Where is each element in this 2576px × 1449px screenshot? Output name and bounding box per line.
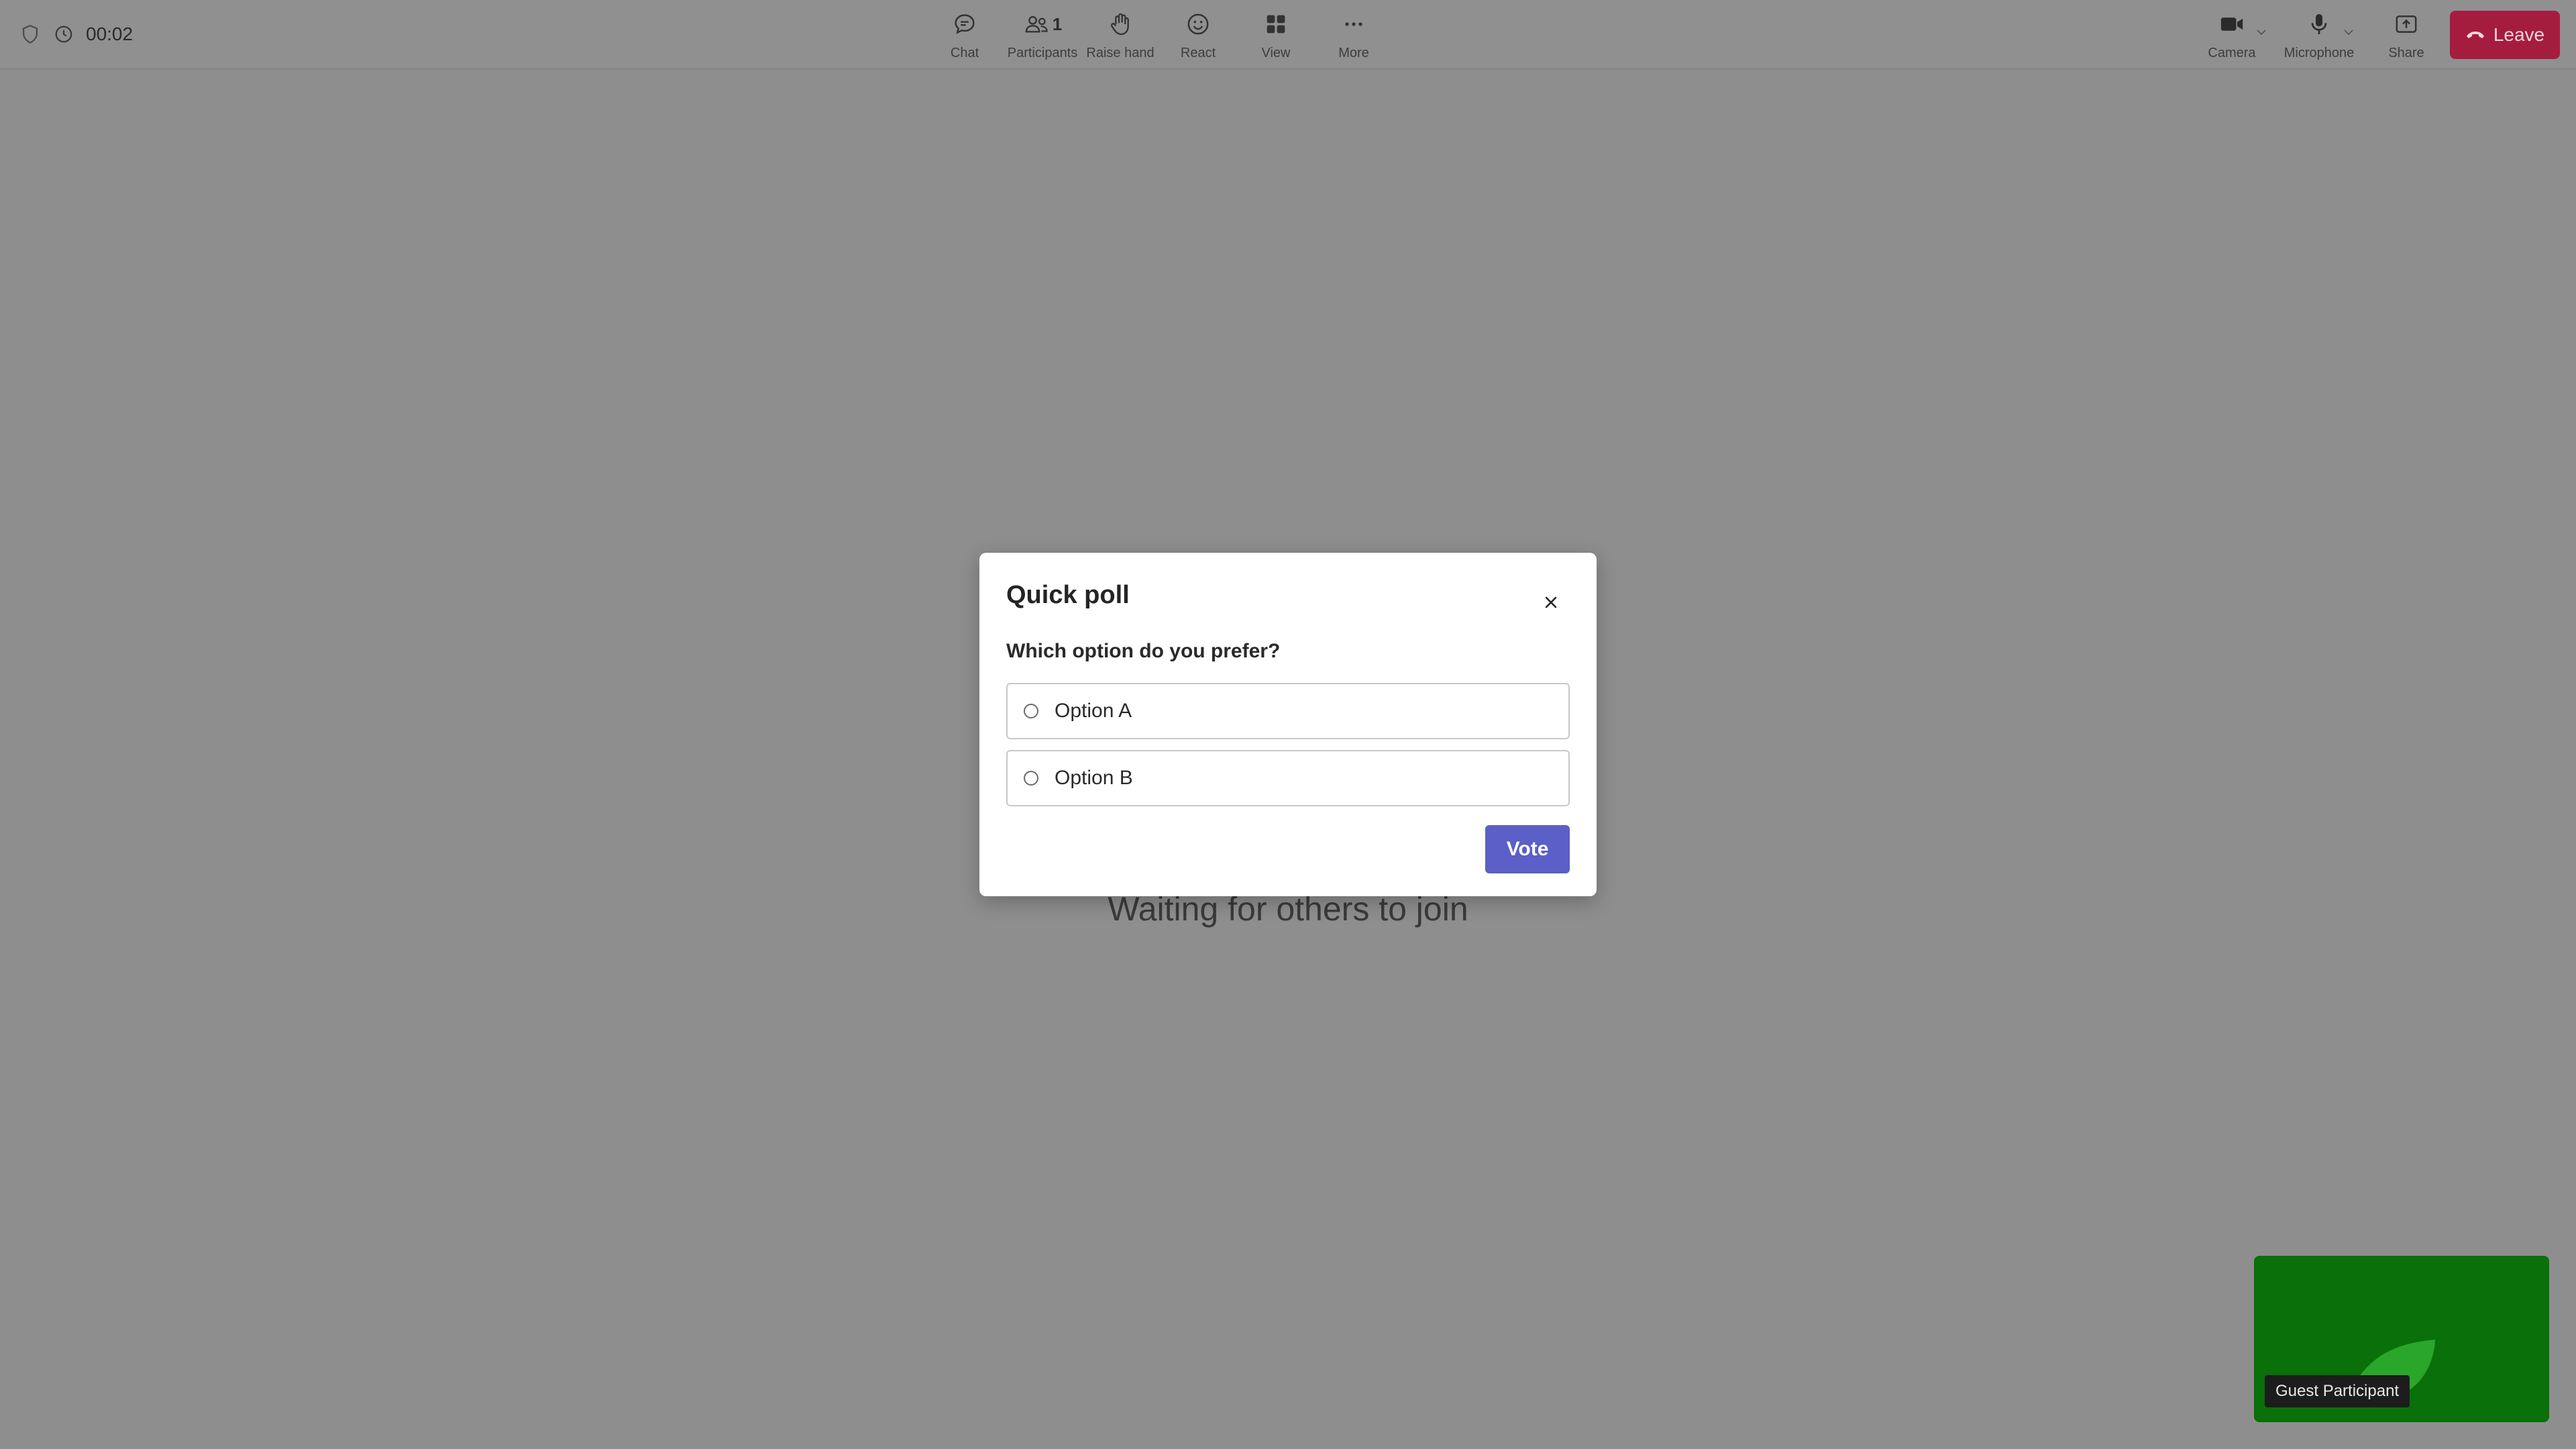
chat-icon: [951, 11, 978, 38]
poll-option-label: Option B: [1055, 767, 1133, 789]
camera-button[interactable]: Camera: [2188, 0, 2275, 68]
share-label: Share: [2388, 46, 2424, 60]
view-label: View: [1261, 46, 1291, 60]
camera-icon: [2218, 11, 2246, 38]
vote-button[interactable]: Vote: [1485, 825, 1570, 873]
grid-icon: [1263, 11, 1289, 38]
microphone-button[interactable]: Microphone: [2275, 0, 2363, 68]
more-button[interactable]: More: [1315, 0, 1393, 68]
share-button[interactable]: Share: [2363, 0, 2450, 68]
poll-option-a[interactable]: Option A: [1006, 683, 1570, 739]
ellipsis-icon: [1340, 11, 1367, 38]
microphone-icon: [2306, 11, 2332, 38]
camera-options-chevron-icon[interactable]: [2255, 28, 2267, 36]
hand-icon: [1107, 11, 1134, 38]
meeting-timer: 00:02: [86, 23, 133, 44]
hang-up-icon: [2465, 28, 2485, 42]
quick-poll-dialog: Quick poll Which option do you prefer? O…: [979, 553, 1597, 896]
leave-label: Leave: [2493, 24, 2545, 45]
microphone-label: Microphone: [2284, 46, 2355, 60]
poll-question: Which option do you prefer?: [1006, 640, 1281, 662]
share-screen-icon: [2393, 11, 2420, 38]
participants-button[interactable]: 1 Participants: [1004, 0, 1081, 68]
participants-count: 1: [1052, 13, 1063, 34]
radio-button[interactable]: [1024, 704, 1038, 718]
raise-hand-label: Raise hand: [1086, 46, 1155, 60]
radio-button[interactable]: [1024, 771, 1038, 786]
close-button[interactable]: [1539, 590, 1563, 614]
participants-label: Participants: [1007, 46, 1078, 60]
view-button[interactable]: View: [1237, 0, 1315, 68]
chat-label: Chat: [950, 46, 979, 60]
more-label: More: [1338, 46, 1369, 60]
meeting-status: 00:02: [19, 0, 133, 68]
smiley-icon: [1185, 11, 1212, 38]
chat-button[interactable]: Chat: [926, 0, 1004, 68]
react-button[interactable]: React: [1159, 0, 1237, 68]
participant-name-tag: Guest Participant: [2265, 1375, 2410, 1407]
poll-option-label: Option A: [1055, 700, 1132, 722]
shield-icon: [19, 23, 42, 46]
close-icon: [1545, 596, 1557, 608]
poll-option-b[interactable]: Option B: [1006, 750, 1570, 806]
raise-hand-button[interactable]: Raise hand: [1081, 0, 1159, 68]
react-label: React: [1180, 46, 1216, 60]
microphone-options-chevron-icon[interactable]: [2343, 28, 2355, 36]
meeting-toolbar: 00:02 Chat 1 Participants Raise hand Rea…: [0, 0, 2576, 70]
dialog-title: Quick poll: [1006, 581, 1130, 609]
clock-icon: [54, 24, 74, 44]
people-icon: [1023, 11, 1051, 38]
self-video-tile[interactable]: Guest Participant: [2254, 1256, 2549, 1422]
leave-button[interactable]: Leave: [2450, 11, 2560, 59]
camera-label: Camera: [2208, 46, 2256, 60]
